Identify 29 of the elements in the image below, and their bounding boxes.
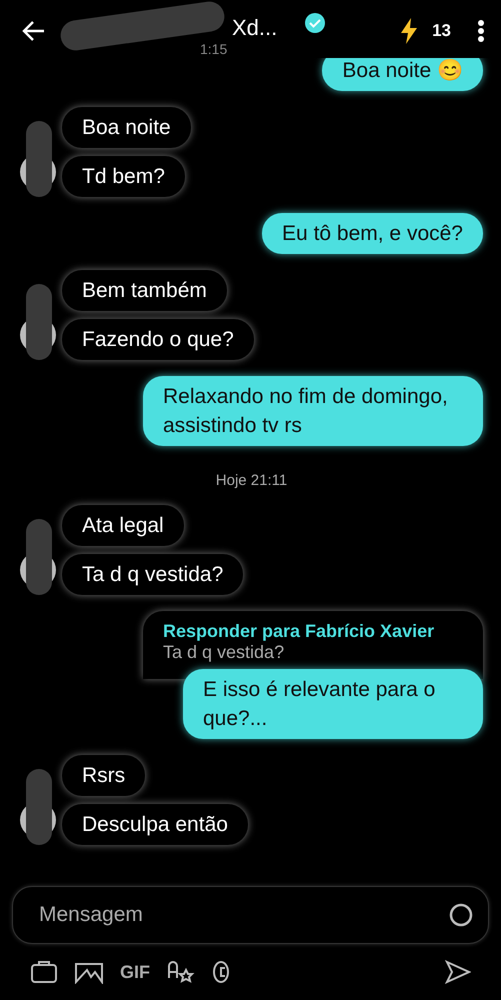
image-icon[interactable]	[74, 960, 104, 984]
sent-message: Boa noite 😊	[322, 58, 483, 91]
reply-recipient: Responder para Fabrício Xavier	[163, 621, 436, 642]
received-message: Bem também	[62, 270, 227, 311]
received-message: Fazendo o que?	[62, 319, 254, 360]
circle-icon[interactable]	[449, 903, 473, 927]
count-label: 13	[432, 21, 451, 41]
gif-button[interactable]: GIF	[120, 962, 150, 982]
lightning-icon[interactable]	[400, 18, 418, 44]
message-input[interactable]: Mensagem	[12, 886, 489, 944]
sent-message: Eu tô bem, e você?	[262, 213, 483, 254]
quoted-text: Ta d q vestida?	[163, 642, 286, 663]
received-message: Rsrs	[62, 755, 146, 796]
received-message: Ata legal	[62, 505, 184, 546]
contact-name[interactable]: Xd...	[232, 15, 278, 41]
received-message: Td bem?	[62, 156, 185, 197]
received-message: Boa noite	[62, 107, 191, 148]
coin-icon[interactable]	[212, 960, 230, 984]
received-message: Ta d q vestida?	[62, 554, 244, 595]
date-divider: Hoje 21:11	[216, 472, 288, 489]
send-icon[interactable]	[445, 960, 471, 984]
translate-icon[interactable]	[166, 960, 196, 984]
received-message: Desculpa então	[62, 804, 248, 845]
more-icon[interactable]	[477, 19, 485, 43]
last-seen-time: 1:15	[200, 41, 228, 57]
back-icon[interactable]	[22, 20, 46, 42]
sent-message: E isso é relevante para o que?...	[183, 669, 483, 739]
sent-message: Relaxando no fim de domingo, assistindo tv rs	[143, 376, 483, 446]
camera-icon[interactable]	[30, 960, 58, 984]
